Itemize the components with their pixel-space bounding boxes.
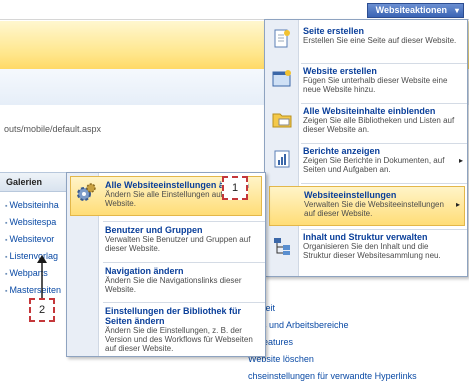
site-structure-icon <box>274 238 290 255</box>
gears-icon <box>77 183 96 201</box>
new-site-icon <box>272 70 291 87</box>
gallery-link-site-content-types[interactable]: Websiteinha <box>5 197 66 214</box>
menu-separator <box>301 63 467 64</box>
submenu-arrow-icon: ▸ <box>455 200 460 209</box>
gallery-link-site-columns[interactable]: Websitespa <box>5 214 66 231</box>
page-url-text: outs/mobile/default.aspx <box>4 124 102 134</box>
callout-1: 1 <box>222 176 248 200</box>
gallery-link-site-templates[interactable]: Websitevor <box>5 231 66 248</box>
site-actions-button[interactable]: Websiteaktionen ▾ <box>366 3 464 18</box>
admin-link[interactable]: etefeatures <box>248 337 417 354</box>
menu-item-desc: Verwalten Sie die Websiteeinstellungen a… <box>304 200 444 218</box>
site-admin-links: parkeit sites und Arbeitsbereiche etefea… <box>248 303 417 388</box>
menu-separator <box>103 221 265 222</box>
menu-item-title: Alle Websiteinhalte einblenden <box>303 106 436 116</box>
menu-item-desc: Ändern Sie die Navigationslinks dieser W… <box>105 276 242 294</box>
submenu-item-users-groups[interactable]: Benutzer und Gruppen Verwalten Sie Benut… <box>67 225 265 259</box>
new-page-icon <box>274 29 290 48</box>
menu-item-create-page[interactable]: Seite erstellen Erstellen Sie eine Seite… <box>265 26 467 60</box>
menu-separator <box>301 229 467 230</box>
menu-item-desc: Zeigen Sie alle Bibliotheken und Listen … <box>303 116 455 134</box>
report-icon <box>274 150 290 168</box>
menu-item-desc: Ändern Sie die Einstellungen, z. B. der … <box>105 326 253 353</box>
menu-item-title: Websiteeinstellungen <box>304 190 397 200</box>
menu-separator <box>301 103 467 104</box>
menu-item-title: Website erstellen <box>303 66 377 76</box>
menu-item-desc: Organisieren Sie den Inhalt und die Stru… <box>303 242 441 260</box>
menu-item-manage-structure[interactable]: Inhalt und Struktur verwalten Organisier… <box>265 232 467 272</box>
galleries-heading: Galerien <box>0 172 66 192</box>
menu-item-site-settings[interactable]: Websiteeinstellungen Verwalten Sie die W… <box>269 186 465 226</box>
menu-separator <box>301 183 467 184</box>
menu-separator <box>301 143 467 144</box>
submenu-item-page-library-settings[interactable]: Einstellungen der Bibliothek für Seiten … <box>67 306 265 356</box>
menu-item-create-site[interactable]: Website erstellen Fügen Sie unterhalb di… <box>265 66 467 100</box>
top-bar: Websiteaktionen ▾ <box>0 0 469 20</box>
menu-item-desc: Verwalten Sie Benutzer und Gruppen auf d… <box>105 235 251 253</box>
menu-item-view-reports[interactable]: Berichte anzeigen Zeigen Sie Berichte in… <box>265 146 467 180</box>
callout-2: 2 <box>29 298 55 322</box>
menu-item-title: Seite erstellen <box>303 26 365 36</box>
site-actions-label: Websiteaktionen <box>375 5 447 15</box>
menu-item-title: Einstellungen der Bibliothek für Seiten … <box>105 306 242 326</box>
menu-item-view-all-content[interactable]: Alle Websiteinhalte einblenden Zeigen Si… <box>265 106 467 140</box>
menu-item-desc: Erstellen Sie eine Seite auf dieser Webs… <box>303 36 457 45</box>
menu-item-title: Benutzer und Gruppen <box>105 225 203 235</box>
folder-icon <box>272 113 292 128</box>
callout-arrow <box>37 255 47 298</box>
menu-item-title: Inhalt und Struktur verwalten <box>303 232 428 242</box>
submenu-item-navigation[interactable]: Navigation ändern Ändern Sie die Navigat… <box>67 266 265 300</box>
menu-item-title: Navigation ändern <box>105 266 184 276</box>
menu-separator <box>103 302 265 303</box>
admin-link[interactable]: Website löschen <box>248 354 417 371</box>
admin-link[interactable]: parkeit <box>248 303 417 320</box>
chevron-down-icon: ▾ <box>454 6 459 15</box>
menu-separator <box>103 262 265 263</box>
admin-link[interactable]: sites und Arbeitsbereiche <box>248 320 417 337</box>
menu-item-title: Berichte anzeigen <box>303 146 381 156</box>
submenu-arrow-icon: ▸ <box>458 156 463 165</box>
menu-item-desc: Fügen Sie unterhalb dieser Website eine … <box>303 76 448 94</box>
site-actions-menu: Seite erstellen Erstellen Sie eine Seite… <box>264 19 468 277</box>
menu-item-desc: Zeigen Sie Berichte in Dokumenten, auf S… <box>303 156 445 174</box>
admin-link[interactable]: chseinstellungen für verwandte Hyperlink… <box>248 371 417 388</box>
